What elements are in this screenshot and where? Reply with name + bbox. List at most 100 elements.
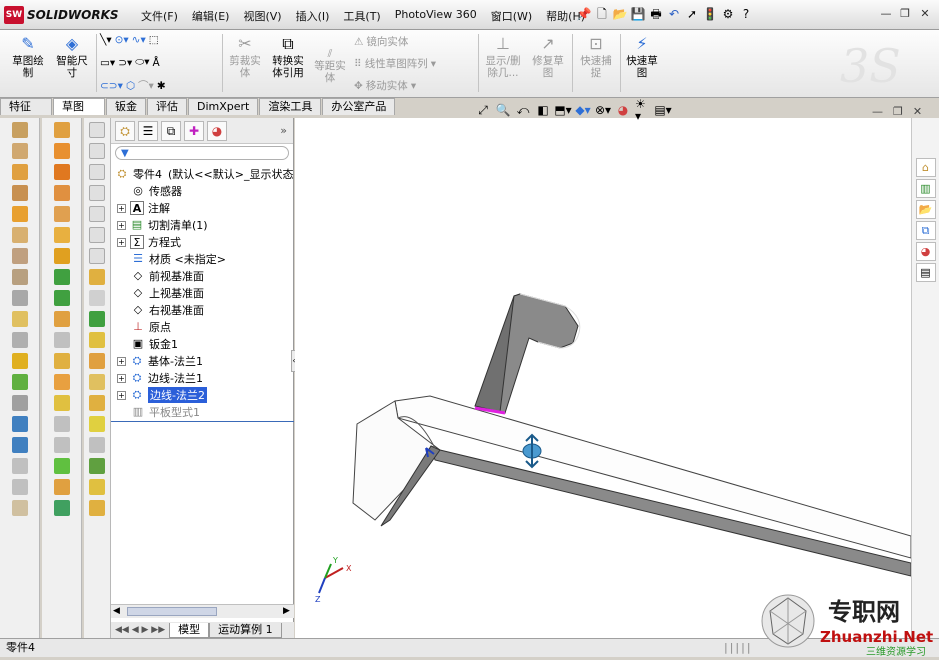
- close-icon[interactable]: ✕: [917, 7, 933, 21]
- undo-icon[interactable]: ↶: [666, 6, 682, 22]
- tree-item-origin[interactable]: ⊥ 原点: [131, 319, 171, 335]
- tree-item-edge-flange-1[interactable]: + ⛭ 边线-法兰1: [117, 370, 203, 386]
- menu-photoview[interactable]: PhotoView 360: [388, 6, 484, 26]
- sketch-point-icon[interactable]: ✱: [157, 80, 166, 92]
- previous-view-icon[interactable]: ⤺: [515, 102, 531, 118]
- line-icon[interactable]: ╲▾: [100, 34, 112, 46]
- minimize-icon[interactable]: —: [878, 7, 894, 21]
- tree-item-flat-pattern[interactable]: ▥ 平板型式1: [131, 404, 200, 420]
- curve-icon[interactable]: [11, 437, 28, 453]
- cut-icon[interactable]: [11, 206, 28, 222]
- combine-icon[interactable]: [11, 500, 28, 516]
- hide-show-icon[interactable]: ⊗▾: [595, 102, 611, 118]
- repair-sketch-button[interactable]: ↗ 修复草图: [528, 34, 568, 79]
- tab-nav-icon[interactable]: ◀◀ ◀ ▶ ▶▶: [111, 625, 169, 635]
- scroll-thumb[interactable]: [127, 607, 217, 616]
- display-style-icon[interactable]: ◆▾: [575, 102, 591, 118]
- options-icon[interactable]: ⚙: [720, 6, 736, 22]
- horizontal-scrollbar[interactable]: ◀ ▶: [111, 604, 294, 618]
- menu-insert[interactable]: 插入(I): [289, 6, 337, 26]
- tab-features[interactable]: 特征: [0, 98, 52, 115]
- tree-item-top-plane[interactable]: ◇ 上视基准面: [131, 285, 204, 301]
- property-tab-icon[interactable]: ☰: [138, 120, 158, 141]
- rapid-sketch-button[interactable]: ⚡ 快速草图: [622, 34, 662, 79]
- edge-flange-2-face[interactable]: [499, 293, 579, 414]
- menu-edit[interactable]: 编辑(E): [185, 6, 237, 26]
- sketch-button[interactable]: ✎ 草图绘制: [8, 34, 48, 79]
- wrap-icon[interactable]: [11, 374, 28, 390]
- spline-tools-icon[interactable]: [89, 437, 105, 453]
- miter-flange-icon[interactable]: [53, 143, 70, 159]
- cube-5-icon[interactable]: [89, 206, 105, 222]
- reference-icon[interactable]: [11, 458, 28, 474]
- text-icon[interactable]: Å: [153, 57, 160, 69]
- save-icon[interactable]: 💾: [630, 6, 646, 22]
- circle-icon[interactable]: ⊙▾: [115, 34, 129, 46]
- expand-plus-icon[interactable]: +: [117, 390, 126, 400]
- trim-button[interactable]: ✂ 剪裁实体: [226, 34, 264, 79]
- zoom-to-fit-icon[interactable]: ⤢: [475, 102, 491, 118]
- spline-icon[interactable]: ∿▾: [132, 34, 146, 46]
- menu-view[interactable]: 视图(V): [236, 6, 288, 26]
- insert-bends-icon[interactable]: [53, 353, 70, 369]
- sketch-fillet-icon[interactable]: [89, 269, 105, 285]
- display-icon[interactable]: [89, 332, 105, 348]
- loft-icon[interactable]: [11, 185, 28, 201]
- rebuild-icon[interactable]: 🚦: [702, 6, 718, 22]
- vent-icon[interactable]: [53, 458, 70, 474]
- solidworks-logo[interactable]: SW SOLIDWORKS: [4, 5, 134, 25]
- tab-model[interactable]: 模型: [169, 622, 210, 638]
- slot-icon[interactable]: ⊂⊃▾: [100, 80, 123, 92]
- tree-item-cutlist[interactable]: + ▤ 切割清单(1): [117, 217, 208, 233]
- section-icon[interactable]: [89, 353, 105, 369]
- tree-item-annotations[interactable]: + A 注解: [117, 200, 170, 216]
- cube-3-icon[interactable]: [89, 164, 105, 180]
- quick-snap-button[interactable]: ⊡ 快速捕捉: [576, 34, 616, 79]
- menu-tools[interactable]: 工具(T): [336, 6, 387, 26]
- scene-icon[interactable]: ☀▾: [635, 98, 651, 122]
- viewport-minimize-icon[interactable]: —: [872, 105, 883, 118]
- plane-sketch-icon[interactable]: [89, 395, 105, 411]
- open-file-icon[interactable]: 📂: [612, 6, 628, 22]
- expand-plus-icon[interactable]: +: [117, 220, 126, 230]
- expand-plus-icon[interactable]: +: [117, 203, 126, 213]
- rip-icon[interactable]: [53, 374, 70, 390]
- section-view-icon[interactable]: ◧: [535, 102, 551, 118]
- expand-icon[interactable]: »: [280, 124, 287, 137]
- tree-item-sensors[interactable]: ◎ 传感器: [131, 183, 182, 199]
- tab-sketch[interactable]: 草图: [53, 98, 105, 115]
- dome-icon[interactable]: [11, 353, 28, 369]
- sheetmetal-gusset-icon[interactable]: [53, 479, 70, 495]
- block-icon[interactable]: [89, 416, 105, 432]
- expand-plus-icon[interactable]: +: [117, 373, 126, 383]
- cube-6-icon[interactable]: [89, 227, 105, 243]
- cross-break-icon[interactable]: [53, 248, 70, 264]
- cube-2-icon[interactable]: [89, 143, 105, 159]
- appearance-icon[interactable]: ◕: [615, 102, 631, 118]
- view-orientation-icon[interactable]: ⬒▾: [554, 102, 571, 118]
- view-settings-icon[interactable]: ▤▾: [654, 102, 671, 118]
- rib-icon[interactable]: [11, 269, 28, 285]
- chamfer-icon[interactable]: [11, 248, 28, 264]
- flatten-icon[interactable]: [53, 311, 70, 327]
- tree-item-sheetmetal[interactable]: ▣ 钣金1: [131, 336, 178, 352]
- no-bends-icon[interactable]: [53, 332, 70, 348]
- polygon-icon[interactable]: ⬡: [126, 80, 135, 92]
- zoom-area-icon[interactable]: 🔍: [495, 102, 511, 118]
- dimension-tools-icon[interactable]: [89, 500, 105, 516]
- base-flange-bottom-edge[interactable]: [430, 445, 912, 577]
- tab-slot-icon[interactable]: [53, 500, 70, 516]
- show-delete-button[interactable]: ⊥ 显示/删除几...: [482, 34, 524, 79]
- block-insert-icon[interactable]: [89, 479, 105, 495]
- revolve-icon[interactable]: [11, 143, 28, 159]
- weld-icon[interactable]: [53, 416, 70, 432]
- tab-motion-study[interactable]: 运动算例 1: [209, 622, 282, 638]
- corner-icon[interactable]: [53, 395, 70, 411]
- model-view[interactable]: X Y Z: [295, 118, 912, 638]
- tree-item-equations[interactable]: + Σ 方程式: [117, 234, 181, 250]
- view-palette-icon[interactable]: ⧉: [915, 221, 936, 240]
- linear-pattern-button[interactable]: ⠿ 线性草图阵列 ▾: [354, 56, 436, 71]
- draft-icon[interactable]: [11, 311, 28, 327]
- layout-icon[interactable]: [89, 458, 105, 474]
- 3d-sketch-icon[interactable]: [89, 374, 105, 390]
